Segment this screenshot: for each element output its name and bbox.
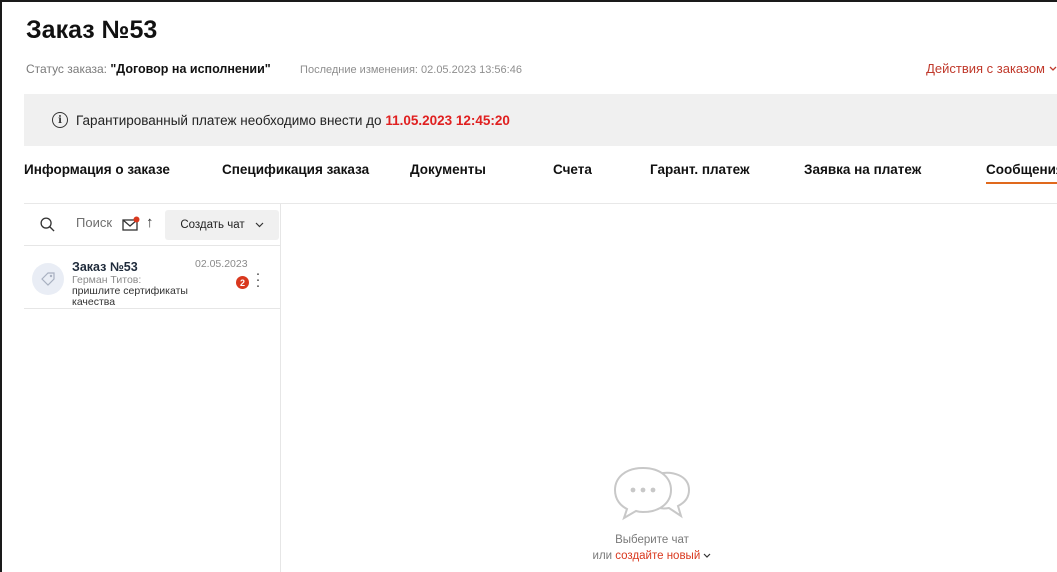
chat-message: пришлите сертификаты качества bbox=[72, 285, 188, 308]
chat-title: Заказ №53 bbox=[72, 260, 138, 274]
empty-state-title: Выберите чат bbox=[615, 534, 689, 546]
empty-chat-state: Выберите чат или создайте новый bbox=[582, 460, 722, 562]
create-new-chat-link[interactable]: создайте новый bbox=[615, 550, 700, 562]
chevron-down-icon bbox=[255, 222, 264, 228]
last-changes: Последние изменения: 02.05.2023 13:56:46 bbox=[300, 64, 522, 76]
chat-date: 02.05.2023 bbox=[195, 258, 248, 270]
notice-deadline: 11.05.2023 12:45:20 bbox=[385, 112, 510, 128]
chat-sidebar: ↑ Создать чат Заказ №53 02.05.2023 Герма… bbox=[24, 204, 281, 572]
chevron-down-icon bbox=[704, 553, 711, 558]
chat-bubbles-icon bbox=[613, 466, 691, 521]
order-actions-dropdown[interactable]: Действия с заказом bbox=[926, 61, 1057, 76]
tag-icon bbox=[41, 272, 55, 286]
tab-payment-request[interactable]: Заявка на платеж bbox=[804, 162, 921, 177]
create-chat-label: Создать чат bbox=[180, 219, 245, 231]
avatar bbox=[32, 263, 64, 295]
status-line: Статус заказа: "Договор на исполнении" П… bbox=[26, 62, 522, 76]
chat-list-item[interactable]: Заказ №53 02.05.2023 Герман Титов: пришл… bbox=[24, 247, 281, 309]
empty-state-subtitle: или создайте новый bbox=[582, 550, 722, 562]
order-tabs: Информация о заказе Спецификация заказа … bbox=[24, 162, 1057, 186]
unread-badge: 2 bbox=[236, 276, 249, 289]
tab-order-info[interactable]: Информация о заказе bbox=[24, 162, 170, 177]
tab-invoices[interactable]: Счета bbox=[553, 162, 592, 177]
search-input[interactable] bbox=[76, 215, 120, 230]
chat-preview: Герман Титов: пришлите сертификаты качес… bbox=[72, 275, 192, 308]
tab-documents[interactable]: Документы bbox=[410, 162, 486, 177]
notice-text: Гарантированный платеж необходимо внести… bbox=[76, 112, 510, 128]
tab-messages[interactable]: Сообщения bbox=[986, 162, 1057, 184]
order-actions-label: Действия с заказом bbox=[926, 61, 1045, 76]
order-page: Заказ №53 Статус заказа: "Договор на исп… bbox=[0, 0, 1057, 572]
chevron-down-icon bbox=[1049, 66, 1057, 71]
chat-toolbar: ↑ Создать чат bbox=[24, 204, 281, 246]
sort-arrow-icon[interactable]: ↑ bbox=[146, 214, 154, 231]
tab-order-spec[interactable]: Спецификация заказа bbox=[222, 162, 369, 177]
unread-mail-icon[interactable] bbox=[122, 216, 140, 232]
page-title: Заказ №53 bbox=[26, 16, 158, 44]
search-icon bbox=[40, 217, 55, 232]
status-value: "Договор на исполнении" bbox=[110, 62, 271, 76]
more-options-icon[interactable]: · · · bbox=[254, 266, 262, 293]
info-icon: i bbox=[52, 112, 68, 128]
status-label: Статус заказа: bbox=[26, 62, 108, 76]
payment-notice: i Гарантированный платеж необходимо внес… bbox=[24, 94, 1057, 146]
create-chat-button[interactable]: Создать чат bbox=[165, 210, 279, 240]
tab-guarantee-payment[interactable]: Гарант. платеж bbox=[650, 162, 750, 177]
